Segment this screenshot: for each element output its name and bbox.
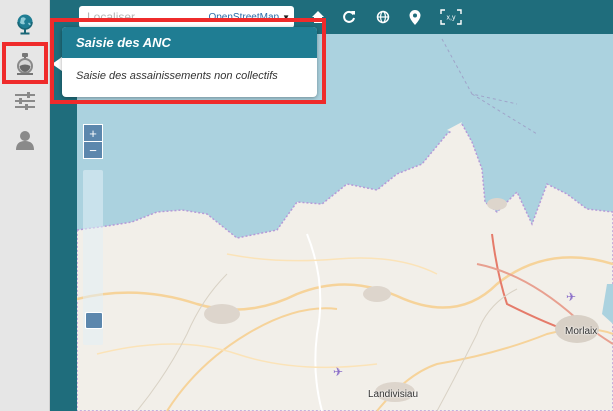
airport-icon: ✈ [333,365,344,379]
map-pin-icon [409,9,421,25]
refresh-button[interactable] [338,6,360,28]
highlight-sidebar-anc [2,42,48,84]
globe-icon [17,14,33,35]
sidebar-item-globe[interactable] [0,4,50,44]
xy-label: x,y [447,15,456,22]
world-icon [376,10,390,24]
sidebar-item-settings[interactable] [0,81,50,121]
highlight-tooltip [50,18,326,104]
zoom-out-button[interactable]: − [83,141,103,159]
xy-button[interactable]: x,y [440,6,462,28]
sliders-icon [15,92,35,110]
zoom-control: + − [83,124,103,159]
place-label-landivisiau: Landivisiau [368,389,419,400]
place-label-morlaix: Morlaix [565,326,598,337]
zoom-slider-handle[interactable] [85,312,103,329]
sidebar-item-user[interactable] [0,120,50,160]
locate-button[interactable] [404,6,426,28]
xy-coordinates-icon: x,y [440,9,462,25]
refresh-icon [343,10,355,23]
airport-icon: ✈ [566,290,577,304]
user-icon [16,131,34,150]
zoom-in-button[interactable]: + [83,124,103,142]
app-window: OpenStreetMap ▼ [0,0,613,411]
world-button[interactable] [372,6,394,28]
